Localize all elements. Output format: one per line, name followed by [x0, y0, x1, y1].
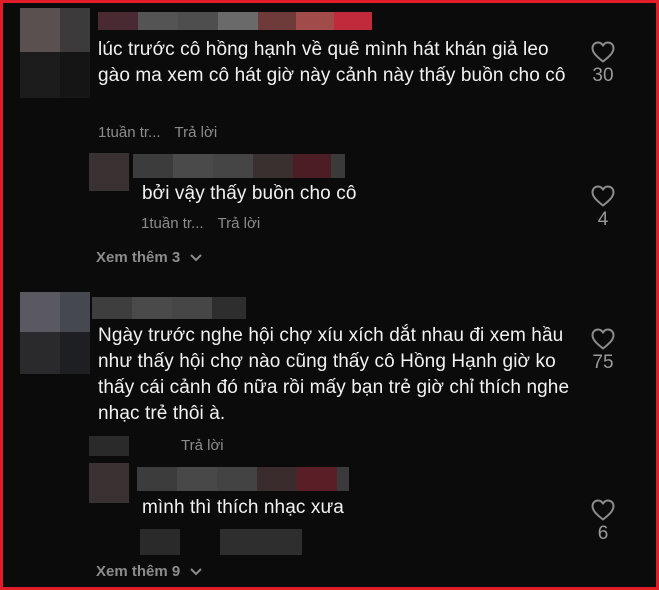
reply-text: bởi vậy thấy buồn cho cô — [142, 183, 357, 204]
like-button[interactable]: 75 — [583, 328, 623, 374]
heart-outline-icon — [591, 499, 615, 521]
username-blurred[interactable] — [137, 467, 349, 491]
chevron-down-icon — [190, 567, 202, 575]
username-blurred[interactable] — [98, 12, 372, 30]
like-button[interactable]: 30 — [583, 41, 623, 87]
reply-meta-blurred — [140, 529, 180, 555]
like-count: 4 — [597, 209, 609, 230]
view-more-label: Xem thêm 3 — [96, 249, 181, 266]
comment-meta: Trả lời — [181, 437, 238, 454]
reply-link[interactable]: Trả lời — [218, 215, 261, 232]
like-count: 6 — [597, 523, 609, 544]
reply-link[interactable]: Trả lời — [181, 437, 224, 454]
avatar[interactable] — [20, 8, 90, 98]
view-more-replies-button[interactable]: Xem thêm 3 — [96, 249, 202, 266]
comment-time-blurred — [89, 436, 129, 456]
comment-meta: 1tuần tr... Trả lời — [98, 124, 231, 141]
comments-panel: lúc trước cô hồng hạnh về quê mình hát k… — [0, 0, 659, 590]
heart-outline-icon — [591, 328, 615, 350]
like-button[interactable]: 6 — [583, 499, 623, 545]
reply-text: mình thì thích nhạc xưa — [142, 497, 344, 518]
avatar[interactable] — [89, 153, 129, 191]
avatar[interactable] — [89, 463, 129, 503]
avatar[interactable] — [20, 292, 90, 374]
like-count: 30 — [592, 65, 614, 86]
view-more-label: Xem thêm 9 — [96, 563, 181, 580]
heart-outline-icon — [591, 41, 615, 63]
comment-text: lúc trước cô hồng hạnh về quê mình hát k… — [98, 39, 566, 86]
reply-meta-blurred — [220, 529, 302, 555]
username-blurred[interactable] — [92, 297, 246, 319]
username-blurred[interactable] — [133, 154, 345, 178]
reply-link[interactable]: Trả lời — [175, 124, 218, 141]
like-count: 75 — [592, 352, 614, 373]
chevron-down-icon — [190, 253, 202, 261]
like-button[interactable]: 4 — [583, 185, 623, 231]
view-more-replies-button[interactable]: Xem thêm 9 — [96, 563, 202, 580]
comment-time: 1tuần tr... — [98, 124, 161, 141]
reply-time: 1tuần tr... — [141, 215, 204, 232]
heart-outline-icon — [591, 185, 615, 207]
comment-text: Ngày trước nghe hội chợ xíu xích dắt nha… — [98, 325, 570, 424]
reply-meta: 1tuần tr... Trả lời — [141, 215, 274, 232]
